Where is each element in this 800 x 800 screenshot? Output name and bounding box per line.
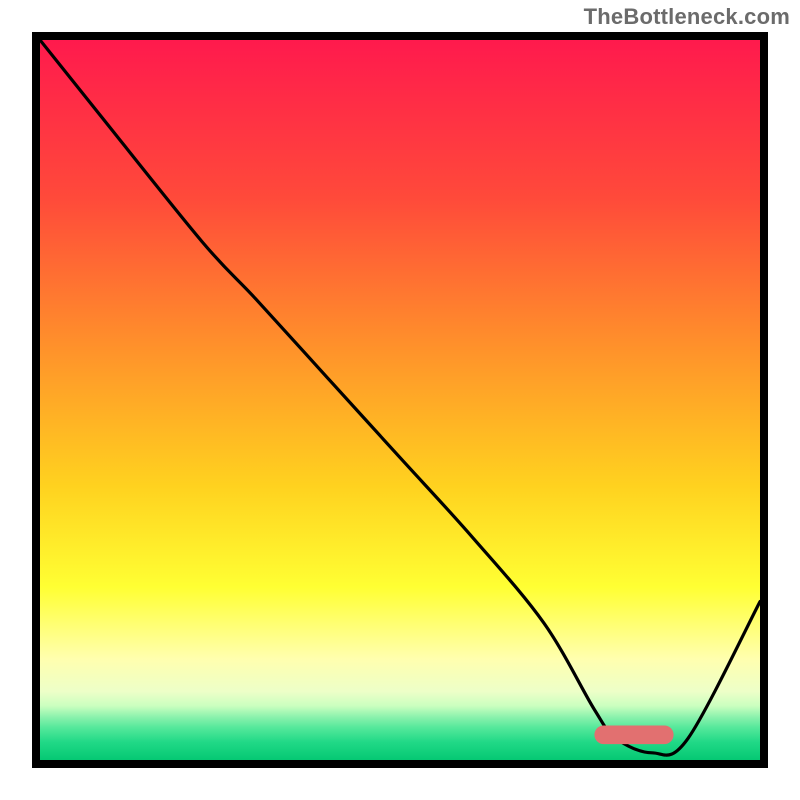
plot-area <box>40 40 760 760</box>
optimal-range-marker <box>40 40 760 760</box>
chart-root: TheBottleneck.com <box>0 0 800 800</box>
plot-frame <box>32 32 768 768</box>
attribution-text: TheBottleneck.com <box>584 4 790 30</box>
